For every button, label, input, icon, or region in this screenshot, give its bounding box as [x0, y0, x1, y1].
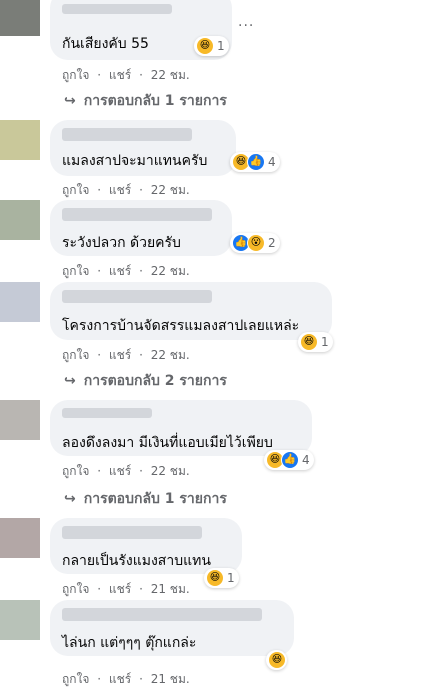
haha-emoji-icon: 😆 [196, 37, 214, 55]
comment-actions: ถูกใจ · แชร์ · 22 ชม. [62, 462, 190, 481]
haha-emoji-icon: 😆 [300, 333, 318, 351]
comment-text: แมลงสาปจะมาแทนครับ [62, 153, 208, 169]
comment-time[interactable]: 22 ชม. [151, 348, 190, 362]
separator-dot: · [97, 582, 102, 596]
comment-text: กลายเป็นรังแมงสาบแทน [62, 553, 211, 569]
like-link[interactable]: ถูกใจ [62, 183, 89, 197]
comment-time[interactable]: 22 ชม. [151, 264, 190, 278]
reaction-count: 1 [321, 335, 329, 349]
comment-bubble: ระวังปลวก ด้วยครับ [50, 200, 232, 256]
separator-dot: · [139, 582, 143, 596]
avatar[interactable] [0, 600, 40, 640]
comment-bubble: โครงการบ้านจัดสรรแมลงสาปเลยแหล่ะ [50, 282, 332, 340]
reaction-count: 1 [217, 39, 225, 53]
commenter-name-blurred[interactable] [62, 128, 192, 141]
comment-time[interactable]: 22 ชม. [151, 464, 190, 478]
reaction-summary[interactable]: 😆 1 [204, 568, 239, 588]
comment-bubble: กลายเป็นรังแมงสาบแทน [50, 518, 242, 574]
comment-time[interactable]: 22 ชม. [151, 68, 190, 82]
like-link[interactable]: ถูกใจ [62, 582, 89, 596]
avatar[interactable] [0, 400, 40, 440]
comment-text: ระวังปลวก ด้วยครับ [62, 235, 181, 251]
share-link[interactable]: แชร์ [109, 264, 131, 278]
wow-emoji-icon: 😮 [247, 234, 265, 252]
avatar[interactable] [0, 518, 40, 558]
reply-arrow-icon: ↪ [64, 373, 76, 389]
like-link[interactable]: ถูกใจ [62, 68, 89, 82]
comment-time[interactable]: 21 ชม. [151, 582, 190, 596]
separator-dot: · [139, 464, 143, 478]
comment-actions: ถูกใจ · แชร์ · 21 ชม. [62, 670, 190, 689]
avatar[interactable] [0, 0, 40, 36]
comment-text: กันเสียงคับ 55 [62, 36, 149, 52]
like-thumb-icon: 👍 [247, 153, 265, 171]
commenter-name-blurred[interactable] [62, 208, 212, 221]
reaction-summary[interactable]: 😆 👍 4 [230, 152, 280, 172]
replies-label: การตอบกลับ 1 รายการ [83, 491, 227, 507]
like-link[interactable]: ถูกใจ [62, 348, 89, 362]
view-replies-link[interactable]: ↪ การตอบกลับ 1 รายการ [64, 90, 227, 112]
share-link[interactable]: แชร์ [109, 464, 131, 478]
separator-dot: · [97, 464, 102, 478]
avatar[interactable] [0, 120, 40, 160]
commenter-name-blurred[interactable] [62, 408, 152, 418]
separator-dot: · [139, 264, 143, 278]
view-replies-link[interactable]: ↪ การตอบกลับ 1 รายการ [64, 488, 227, 510]
reaction-summary[interactable]: 😆 [266, 650, 287, 670]
commenter-name-blurred[interactable] [62, 526, 202, 539]
reaction-count: 1 [227, 571, 235, 585]
haha-emoji-icon: 😆 [268, 651, 286, 669]
comment-bubble: ลองดึงลงมา มีเงินที่แอบเมียไว้เพียบ [50, 400, 312, 456]
like-link[interactable]: ถูกใจ [62, 264, 89, 278]
separator-dot: · [139, 68, 143, 82]
comment-bubble: แมลงสาปจะมาแทนครับ [50, 120, 236, 176]
comment-text: ลองดึงลงมา มีเงินที่แอบเมียไว้เพียบ [62, 435, 273, 451]
like-link[interactable]: ถูกใจ [62, 464, 89, 478]
separator-dot: · [97, 672, 102, 686]
replies-label: การตอบกลับ 1 รายการ [83, 93, 227, 109]
comment-actions: ถูกใจ · แชร์ · 22 ชม. [62, 66, 190, 85]
avatar[interactable] [0, 282, 40, 322]
view-replies-link[interactable]: ↪ การตอบกลับ 2 รายการ [64, 370, 227, 392]
haha-emoji-icon: 😆 [206, 569, 224, 587]
share-link[interactable]: แชร์ [109, 348, 131, 362]
share-link[interactable]: แชร์ [109, 672, 131, 686]
comment-text: โครงการบ้านจัดสรรแมลงสาปเลยแหล่ะ [62, 318, 300, 334]
like-thumb-icon: 👍 [281, 451, 299, 469]
comment-actions: ถูกใจ · แชร์ · 22 ชม. [62, 181, 190, 200]
comment-actions: ถูกใจ · แชร์ · 22 ชม. [62, 346, 190, 365]
reaction-summary[interactable]: 😆 1 [298, 332, 333, 352]
share-link[interactable]: แชร์ [109, 582, 131, 596]
share-link[interactable]: แชร์ [109, 183, 131, 197]
comment-actions: ถูกใจ · แชร์ · 22 ชม. [62, 262, 190, 281]
reaction-summary[interactable]: 😆 1 [194, 36, 229, 56]
separator-dot: · [97, 183, 102, 197]
commenter-name-blurred[interactable] [62, 290, 212, 303]
reply-arrow-icon: ↪ [64, 93, 76, 109]
like-link[interactable]: ถูกใจ [62, 672, 89, 686]
share-link[interactable]: แชร์ [109, 68, 131, 82]
comment-bubble: ไล่นก แต่ๆๆๆ ตุ๊กแกล่ะ [50, 600, 294, 656]
separator-dot: · [139, 348, 143, 362]
more-options-button[interactable]: ··· [238, 18, 254, 34]
separator-dot: · [139, 183, 143, 197]
comment-actions: ถูกใจ · แชร์ · 21 ชม. [62, 580, 190, 599]
comment-time[interactable]: 22 ชม. [151, 183, 190, 197]
reaction-summary[interactable]: 👍 😮 2 [230, 233, 280, 253]
commenter-name-blurred[interactable] [62, 608, 262, 621]
separator-dot: · [97, 264, 102, 278]
comment-time[interactable]: 21 ชม. [151, 672, 190, 686]
reaction-count: 4 [268, 155, 276, 169]
reaction-count: 2 [268, 236, 276, 250]
replies-label: การตอบกลับ 2 รายการ [83, 373, 227, 389]
separator-dot: · [139, 672, 143, 686]
reaction-count: 4 [302, 453, 310, 467]
commenter-name-blurred[interactable] [62, 4, 172, 14]
avatar[interactable] [0, 200, 40, 240]
reaction-summary[interactable]: 😆 👍 4 [264, 450, 314, 470]
comment-text: ไล่นก แต่ๆๆๆ ตุ๊กแกล่ะ [62, 635, 197, 651]
reply-arrow-icon: ↪ [64, 491, 76, 507]
separator-dot: · [97, 348, 102, 362]
separator-dot: · [97, 68, 102, 82]
